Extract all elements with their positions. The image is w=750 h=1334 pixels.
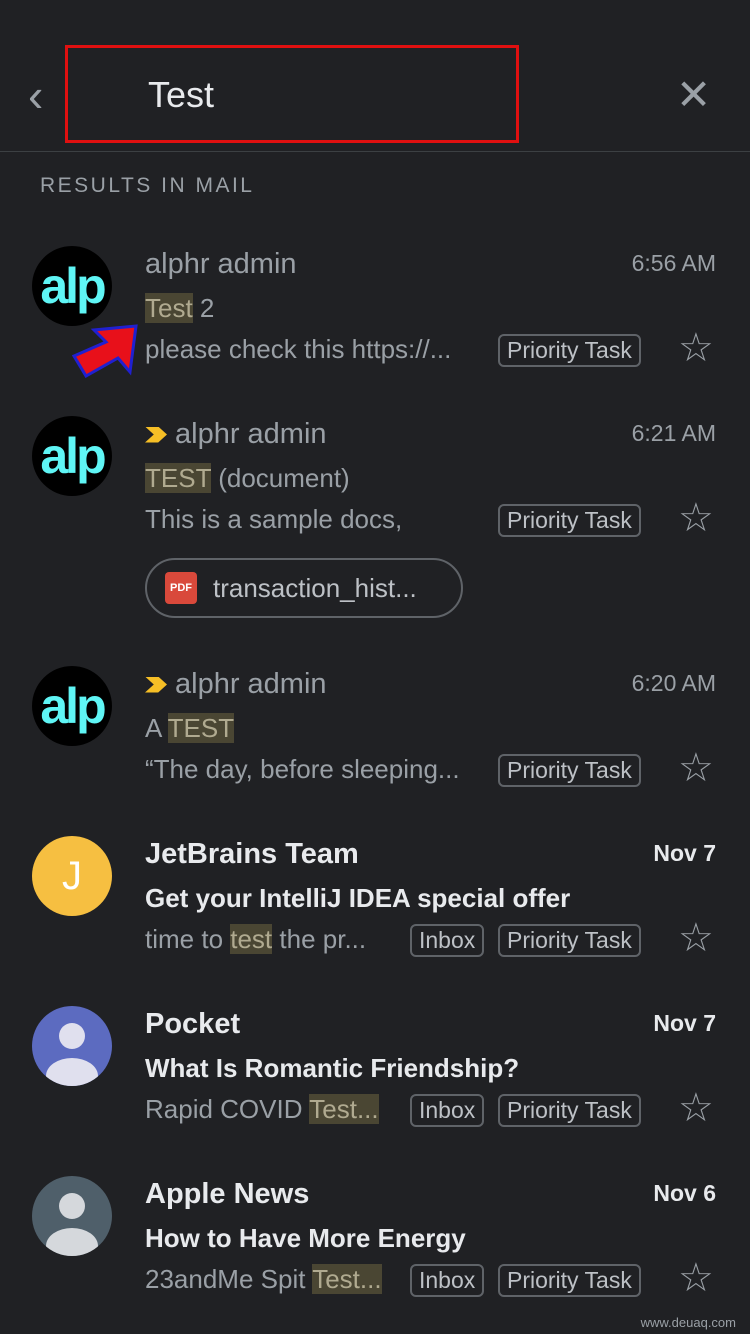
star-icon[interactable]: ☆	[678, 918, 714, 958]
sender-name: alphr admin	[175, 418, 327, 450]
star-icon[interactable]: ☆	[678, 1258, 714, 1298]
highlight: TEST	[145, 463, 211, 493]
back-chevron-icon[interactable]: ‹	[28, 72, 58, 122]
time: 6:56 AM	[631, 250, 716, 276]
avatar: alp	[32, 246, 112, 326]
label-chip[interactable]: Priority Task	[498, 504, 641, 537]
subject-text: A	[145, 713, 168, 743]
highlight: Test...	[312, 1264, 382, 1294]
attachment-name: transaction_hist...	[213, 572, 417, 603]
sender-name: Pocket	[145, 1008, 241, 1040]
subject-text: (document)	[210, 463, 350, 493]
highlight: Test...	[309, 1094, 379, 1124]
snippet-text: 23andMe Spit	[145, 1264, 313, 1294]
subject: TEST (document)	[145, 463, 350, 494]
label-chip[interactable]: Inbox	[410, 1264, 485, 1297]
sender: Apple News	[145, 1178, 309, 1211]
snippet: time to test the pr...	[145, 924, 366, 955]
person-icon	[46, 1193, 98, 1256]
label-chip[interactable]: Inbox	[410, 1094, 485, 1127]
red-arrow-annotation-icon	[72, 324, 138, 378]
avatar: J	[32, 836, 112, 916]
email-row[interactable]: alp alphr admin 6:20 AM A TEST “The day,…	[0, 650, 750, 820]
avatar	[32, 1006, 112, 1086]
watermark: www.deuaq.com	[640, 1315, 736, 1330]
star-icon[interactable]: ☆	[678, 328, 714, 368]
snippet: “The day, before sleeping...	[145, 754, 460, 784]
time: Nov 7	[653, 840, 716, 866]
sender: Pocket	[145, 1008, 240, 1041]
star-icon[interactable]: ☆	[678, 1088, 714, 1128]
subject: A TEST	[145, 713, 235, 744]
close-icon[interactable]: ✕	[676, 74, 711, 116]
avatar: alp	[32, 666, 112, 746]
snippet: 23andMe Spit Test...	[145, 1264, 382, 1295]
avatar	[32, 1176, 112, 1256]
time: 6:21 AM	[631, 420, 716, 446]
avatar: alp	[32, 416, 112, 496]
subject: Test 2	[145, 293, 214, 324]
snippet: This is a sample docs,	[145, 504, 403, 534]
highlight: test	[230, 924, 273, 954]
email-row[interactable]: J JetBrains Team Nov 7 Get your IntelliJ…	[0, 820, 750, 990]
email-row[interactable]: Pocket Nov 7 What Is Romantic Friendship…	[0, 990, 750, 1160]
snippet: please check this https://...	[145, 334, 452, 364]
search-query[interactable]: Test	[148, 74, 214, 116]
time: Nov 6	[653, 1180, 716, 1206]
subject: Get your IntelliJ IDEA special offer	[145, 883, 571, 913]
person-icon	[46, 1023, 98, 1086]
important-marker-icon	[145, 426, 167, 443]
star-icon[interactable]: ☆	[678, 498, 714, 538]
time: 6:20 AM	[631, 670, 716, 696]
sender: JetBrains Team	[145, 838, 359, 871]
subject: How to Have More Energy	[145, 1223, 466, 1253]
label-chip[interactable]: Inbox	[410, 924, 485, 957]
label-chip[interactable]: Priority Task	[498, 1094, 641, 1127]
email-row[interactable]: Apple News Nov 6 How to Have More Energy…	[0, 1160, 750, 1334]
highlight: TEST	[167, 713, 235, 743]
label-chip[interactable]: Priority Task	[498, 754, 641, 787]
highlight: Test	[145, 293, 193, 323]
attachment-chip[interactable]: PDF transaction_hist...	[145, 558, 463, 618]
snippet-text: Rapid COVID	[145, 1094, 310, 1124]
subject-text: 2	[192, 293, 215, 323]
snippet: Rapid COVID Test...	[145, 1094, 379, 1125]
sender-name: Apple News	[145, 1178, 310, 1210]
label-chip[interactable]: Priority Task	[498, 334, 641, 367]
time: Nov 7	[653, 1010, 716, 1036]
snippet-text: the pr...	[272, 924, 367, 954]
star-icon[interactable]: ☆	[678, 748, 714, 788]
sender-name: alphr admin	[145, 248, 297, 280]
sender: alphr admin	[145, 668, 327, 701]
section-label: RESULTS IN MAIL	[40, 174, 255, 197]
sender: alphr admin	[145, 418, 327, 451]
pdf-icon: PDF	[165, 572, 197, 604]
subject: What Is Romantic Friendship?	[145, 1053, 520, 1083]
search-input[interactable]: Test	[65, 45, 519, 143]
email-row[interactable]: alp alphr admin 6:21 AM TEST (document) …	[0, 400, 750, 650]
important-marker-icon	[145, 676, 167, 693]
snippet-text: time to	[145, 924, 231, 954]
sender-name: alphr admin	[175, 668, 327, 700]
label-chip[interactable]: Priority Task	[498, 1264, 641, 1297]
search-header: ‹ Test ✕	[0, 0, 750, 152]
sender-name: JetBrains Team	[145, 838, 359, 870]
label-chip[interactable]: Priority Task	[498, 924, 641, 957]
sender: alphr admin	[145, 248, 297, 281]
